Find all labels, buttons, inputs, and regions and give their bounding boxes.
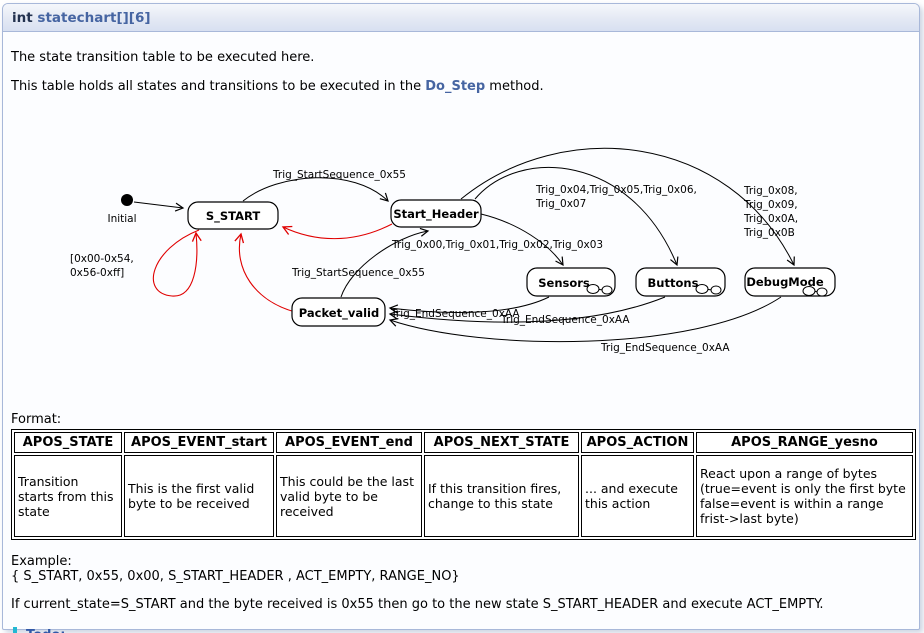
detail-text-suffix: method. (485, 79, 543, 94)
cell-apos-next-state-description: If this transition fires, change to this… (424, 455, 579, 537)
detailed-description: This table holds all states and transiti… (11, 79, 911, 95)
label-trig-0b: Trig_0x0B (743, 227, 795, 239)
state-start-header-label: Start_Header (393, 207, 479, 222)
label-trig-00-03: Trig_0x00,Trig_0x01,Trig_0x02,Trig_0x03 (391, 239, 603, 251)
example-code: { S_START, 0x55, 0x00, S_START_HEADER , … (11, 569, 460, 584)
format-table-description-row: Transition starts from this state This i… (14, 455, 913, 537)
transition-start-header-to-s-start-error (283, 224, 392, 239)
initial-state-label: Initial (107, 213, 136, 225)
transition-packet-valid-to-s-start-error (239, 234, 295, 312)
example-block: Example:{ S_START, 0x55, 0x00, S_START_H… (11, 554, 911, 584)
brief-description: The state transition table to be execute… (11, 50, 911, 66)
do-step-link[interactable]: Do_Step (425, 79, 485, 94)
format-label: Format: (11, 412, 911, 427)
transition-s-start-self-loop-error (153, 230, 199, 296)
member-return-type: int (12, 10, 33, 26)
format-table: APOS_STATE APOS_EVENT_start APOS_EVENT_e… (11, 429, 916, 540)
cell-apos-event-start-description: This is the first valid byte to be recei… (124, 455, 274, 537)
cell-apos-range-yesno-description: React upon a range of bytes (true=event … (696, 455, 913, 537)
label-trig-startsequence-top: Trig_StartSequence_0x55 (272, 169, 406, 181)
member-signature-bar: int statechart[][6] (3, 4, 919, 32)
cell-apos-action-description: ... and execute this action (581, 455, 694, 537)
label-range-line1: [0x00-0x54, (70, 253, 134, 265)
label-trig-04-06: Trig_0x04,Trig_0x05,Trig_0x06, (535, 184, 697, 196)
column-header-apos-event-end: APOS_EVENT_end (276, 432, 422, 453)
column-header-apos-action: APOS_ACTION (581, 432, 694, 453)
example-explanation: If current_state=S_START and the byte re… (11, 597, 911, 613)
statechart-diagram: Initial S_START Start_Header Sensors But… (11, 131, 919, 407)
initial-state-dot (121, 194, 133, 206)
label-trig-07: Trig_0x07 (535, 198, 586, 210)
label-trig-0a: Trig_0x0A, (743, 213, 798, 225)
label-trig-endsequence-3: Trig_EndSequence_0xAA (600, 342, 730, 354)
member-name: statechart[][6] (37, 10, 150, 26)
state-s-start-label: S_START (206, 209, 261, 224)
todo-section: Todo: Update the diagram (13, 627, 911, 633)
transition-initial-to-s-start (134, 202, 183, 208)
member-doc-box: int statechart[][6] The state transition… (2, 3, 920, 630)
format-table-header-row: APOS_STATE APOS_EVENT_start APOS_EVENT_e… (14, 432, 913, 453)
label-trig-endsequence-2: Trig_EndSequence_0xAA (500, 314, 630, 326)
transition-s-start-to-start-header (243, 178, 388, 201)
column-header-apos-range-yesno: APOS_RANGE_yesno (696, 432, 913, 453)
label-trig-09: Trig_0x09, (743, 199, 798, 211)
state-packet-valid-label: Packet_valid (299, 306, 379, 321)
example-label: Example: (11, 554, 72, 569)
member-documentation: The state transition table to be execute… (3, 50, 919, 633)
column-header-apos-next-state: APOS_NEXT_STATE (424, 432, 579, 453)
column-header-apos-event-start: APOS_EVENT_start (124, 432, 274, 453)
detail-text-prefix: This table holds all states and transiti… (11, 79, 425, 94)
label-trig-startsequence-mid: Trig_StartSequence_0x55 (291, 267, 425, 279)
doc-page: int statechart[][6] The state transition… (0, 0, 924, 633)
label-trig-08: Trig_0x08, (743, 185, 798, 197)
column-header-apos-state: APOS_STATE (14, 432, 122, 453)
state-sensors-label: Sensors (538, 276, 590, 290)
todo-label: Todo: (26, 628, 911, 633)
state-buttons-label: Buttons (648, 276, 699, 290)
cell-apos-state-description: Transition starts from this state (14, 455, 122, 537)
label-range-line2: 0x56-0xff] (70, 267, 124, 279)
cell-apos-event-end-description: This could be the last valid byte to be … (276, 455, 422, 537)
